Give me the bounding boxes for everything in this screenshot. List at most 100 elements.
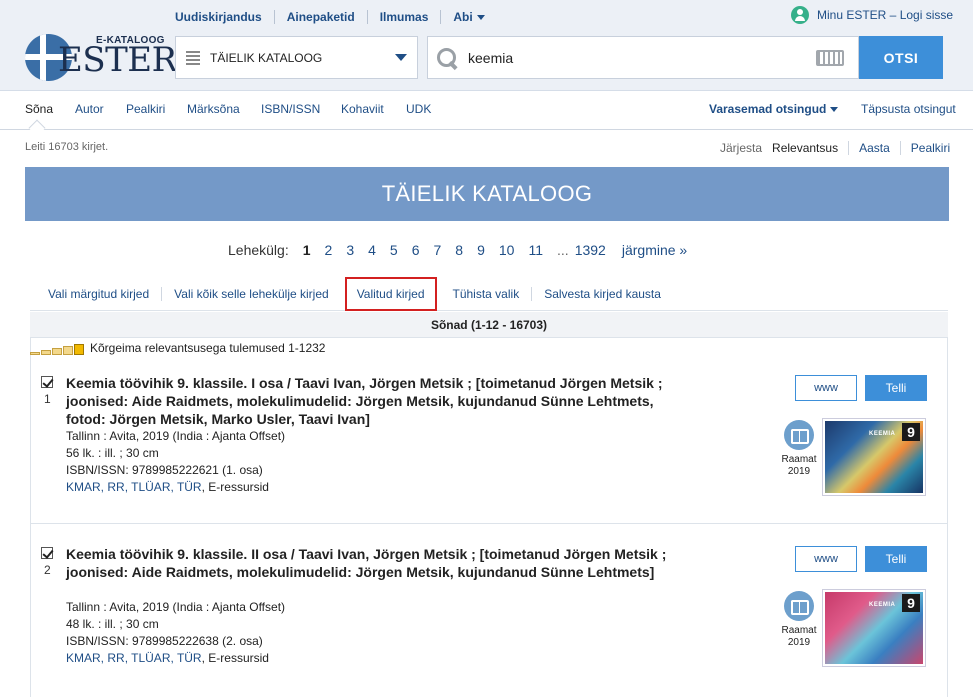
material-year: 2019 [787,466,811,477]
previous-searches-dropdown[interactable]: Varasemad otsingud [709,102,839,116]
book-cover-image: KEEMIA 9 [825,421,923,493]
search-input[interactable] [468,49,816,66]
page-3[interactable]: 3 [346,242,354,258]
tab-marksona[interactable]: Märksõna [187,102,240,116]
user-login[interactable]: Minu ESTER – Logi sisse [791,6,953,24]
tab-kohaviit[interactable]: Kohaviit [341,102,384,116]
selected-records[interactable]: Valitud kirjed [344,277,437,311]
pagination-ellipsis: ... [557,242,569,258]
www-button[interactable]: www [795,375,857,401]
next-page-link[interactable]: järgmine » [622,242,687,258]
relevance-indicator: Kõrgeima relevantsusega tulemused 1-1232 [30,341,325,355]
tab-pealkiri[interactable]: Pealkiri [126,102,165,116]
tab-sona[interactable]: Sõna [25,102,53,116]
cancel-selection[interactable]: Tühista valik [441,287,532,301]
library-tur[interactable]: TÜR [177,480,202,494]
record-isbn: ISBN/ISSN: 9789985222638 (2. osa) [66,634,263,648]
library-rr[interactable]: RR [107,480,124,494]
nav-abi[interactable]: Abi [440,10,496,24]
ester-logo[interactable]: E-KATALOOG ESTER [25,34,177,82]
chevron-down-icon [830,107,839,113]
page-5[interactable]: 5 [390,242,398,258]
record-holdings: KMAR, RR, TLÜAR, TÜR, E-ressursid [66,651,269,665]
search-tabs: Sõna Autor Pealkiri Märksõna ISBN/ISSN K… [0,92,973,137]
header: Uudiskirjandus Ainepaketid Ilmumas Abi M… [0,0,973,91]
select-all-on-page[interactable]: Vali kõik selle lehekülje kirjed [161,287,341,301]
page-10[interactable]: 10 [499,242,515,258]
nav-uudiskirjandus[interactable]: Uudiskirjandus [175,10,274,24]
material-type-label: Raamat [781,454,817,465]
record-number: 1 [44,392,51,406]
record-actions-bar: Vali märgitud kirjed Vali kõik selle leh… [30,277,948,311]
catalog-select-value: TÄIELIK KATALOOG [210,50,323,65]
library-tur[interactable]: TÜR [177,651,202,665]
select-marked-records[interactable]: Vali märgitud kirjed [30,287,161,301]
result-record: 2 Keemia töövihik 9. klassile. II osa / … [30,543,948,693]
logo-title: ESTER [58,40,177,80]
record-title[interactable]: Keemia töövihik 9. klassile. I osa / Taa… [66,374,676,428]
tab-isbn-issn[interactable]: ISBN/ISSN [261,102,320,116]
order-button[interactable]: Telli [865,546,927,572]
nav-ilmumas[interactable]: Ilmumas [366,10,441,24]
catalog-select[interactable]: TÄIELIK KATALOOG [175,36,418,79]
book-cover[interactable]: KEEMIA 9 [822,589,926,667]
library-kmar[interactable]: KMAR [66,480,101,494]
tab-autor[interactable]: Autor [75,102,104,116]
keyboard-icon[interactable] [816,49,844,66]
library-kmar[interactable]: KMAR [66,651,101,665]
eresources-label: E-ressursid [208,651,269,665]
library-tluar[interactable]: TLÜAR [131,480,170,494]
record-checkbox[interactable] [41,547,53,559]
cover-title: KEEMIA [869,431,896,437]
record-checkbox[interactable] [41,376,53,388]
search-button[interactable]: OTSI [859,36,943,79]
pagination-label: Lehekülg: [228,242,289,258]
nav-abi-label: Abi [453,10,473,24]
search-icon [436,47,458,69]
record-publisher: Tallinn : Avita, 2019 (India : Ajanta Of… [66,429,286,443]
pagination: Lehekülg: 1 2 3 4 5 6 7 8 9 10 11 ... 13… [228,242,687,258]
top-navigation: Uudiskirjandus Ainepaketid Ilmumas Abi [175,9,497,25]
library-tluar[interactable]: TLÜAR [131,651,170,665]
material-year: 2019 [787,637,811,648]
catalog-banner: TÄIELIK KATALOOG [25,167,949,221]
record-isbn: ISBN/ISSN: 9789985222621 (1. osa) [66,463,263,477]
result-record: 1 Keemia töövihik 9. klassile. I osa / T… [30,372,948,524]
sort-title[interactable]: Pealkiri [899,141,960,155]
page-1: 1 [302,242,311,258]
user-login-label: Minu ESTER – Logi sisse [817,8,954,22]
order-button[interactable]: Telli [865,375,927,401]
relevance-label: Kõrgeima relevantsusega tulemused 1-1232 [90,341,326,355]
sort-relevance[interactable]: Relevantsus [772,141,848,155]
page-4[interactable]: 4 [368,242,376,258]
material-type-label: Raamat [781,625,817,636]
cover-number: 9 [902,423,920,441]
user-icon [791,6,809,24]
record-title[interactable]: Keemia töövihik 9. klassile. II osa / Ta… [66,545,676,581]
record-holdings: KMAR, RR, TLÜAR, TÜR, E-ressursid [66,480,269,494]
material-type: Raamat 2019 [775,420,823,478]
sort-label: Järjesta [720,141,763,155]
www-button[interactable]: www [795,546,857,572]
nav-ainepaketid[interactable]: Ainepaketid [273,10,367,24]
page-2[interactable]: 2 [325,242,333,258]
page-8[interactable]: 8 [455,242,463,258]
chevron-down-icon [395,54,407,61]
book-cover[interactable]: KEEMIA 9 [822,418,926,496]
active-tab-pointer [28,119,46,137]
material-type: Raamat 2019 [775,591,823,649]
library-rr[interactable]: RR [107,651,124,665]
previous-searches-label: Varasemad otsingud [709,102,827,116]
page-9[interactable]: 9 [477,242,485,258]
page-7[interactable]: 7 [434,242,442,258]
page-6[interactable]: 6 [412,242,420,258]
sort-year[interactable]: Aasta [848,141,900,155]
save-records-to-folder[interactable]: Salvesta kirjed kausta [531,287,673,301]
refine-search-link[interactable]: Täpsusta otsingut [861,102,956,116]
list-icon [186,50,200,65]
cover-title: KEEMIA [869,602,896,608]
page-11[interactable]: 11 [528,242,543,258]
book-cover-image: KEEMIA 9 [825,592,923,664]
tab-udk[interactable]: UDK [406,102,431,116]
page-last[interactable]: 1392 [575,242,606,258]
